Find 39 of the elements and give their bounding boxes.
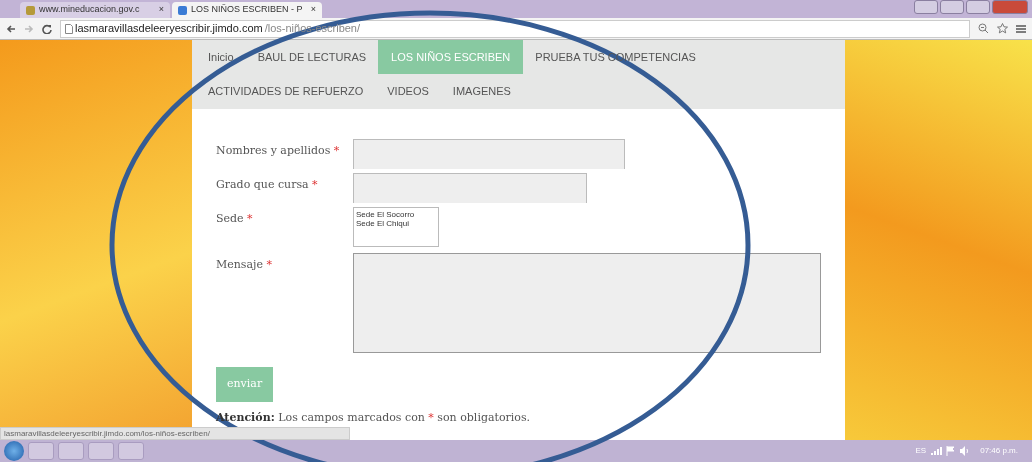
- back-icon[interactable]: [6, 23, 16, 34]
- list-option[interactable]: Sede El Chiqui: [356, 219, 436, 228]
- star-icon[interactable]: [997, 23, 1008, 34]
- message-textarea[interactable]: [353, 253, 821, 353]
- window-minimize-button[interactable]: [940, 0, 964, 14]
- favicon-icon: [178, 5, 187, 15]
- close-icon[interactable]: ×: [158, 3, 164, 17]
- window-maximize-button[interactable]: [966, 0, 990, 14]
- window-close-button[interactable]: [992, 0, 1028, 14]
- forward-icon[interactable]: [24, 23, 34, 34]
- flag-icon[interactable]: [946, 446, 957, 456]
- nav-link[interactable]: VIDEOS: [375, 73, 441, 107]
- field-label: Grado que cursa *: [216, 177, 318, 193]
- field-label: Nombres y apellidos *: [216, 143, 340, 159]
- nav-link[interactable]: BAUL DE LECTURAS: [245, 40, 379, 74]
- network-icon[interactable]: [930, 446, 943, 456]
- field-label: Sede *: [216, 211, 253, 227]
- favicon-icon: [26, 5, 35, 15]
- browser-tab[interactable]: www.mineducacion.gov.c ×: [20, 2, 170, 18]
- list-option[interactable]: Sede El Socorro: [356, 210, 436, 219]
- name-input[interactable]: [353, 139, 625, 169]
- nav-link[interactable]: IMAGENES: [440, 73, 523, 107]
- speaker-icon[interactable]: [960, 446, 971, 456]
- close-icon[interactable]: ×: [310, 3, 316, 17]
- tab-title: LOS NIÑOS ESCRIBEN - P: [191, 3, 303, 17]
- reload-icon[interactable]: [42, 23, 52, 34]
- zoom-icon[interactable]: [978, 23, 989, 34]
- status-url: lasmaravillasdeleeryescribir.jimdo.com/los-niños-escriben/: [0, 427, 350, 440]
- menu-icon[interactable]: [1016, 23, 1026, 34]
- nav-link[interactable]: Inicio: [196, 40, 246, 74]
- nav-link[interactable]: ACTIVIDADES DE REFUERZO: [196, 73, 376, 107]
- start-button[interactable]: [4, 441, 24, 461]
- campus-listbox[interactable]: Sede El Socorro Sede El Chiqui: [353, 207, 439, 247]
- grade-input[interactable]: [353, 173, 587, 203]
- page-icon: [65, 23, 73, 34]
- browser-tab[interactable]: LOS NIÑOS ESCRIBEN - P ×: [172, 2, 322, 18]
- tab-title: www.mineducacion.gov.c: [39, 3, 140, 17]
- url-host: lasmaravillasdeleeryescribir.jimdo.com: [75, 21, 263, 37]
- field-label: Mensaje *: [216, 257, 272, 273]
